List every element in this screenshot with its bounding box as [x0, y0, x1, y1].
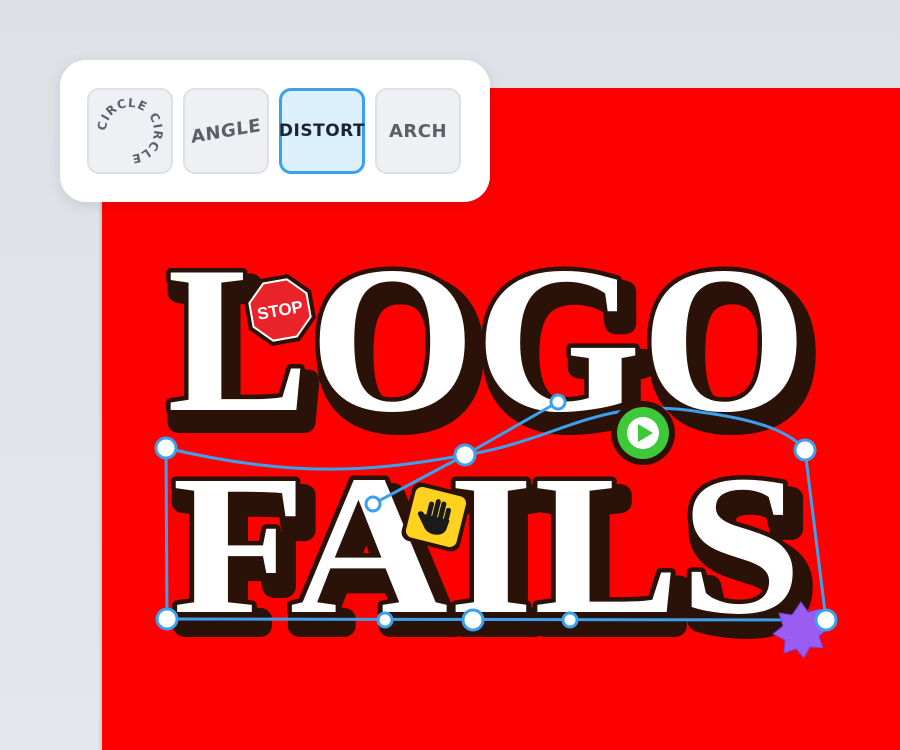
circle-style-label: CIRCLE CIRCLE: [95, 96, 164, 166]
envelope-bottom-edge: [166, 617, 827, 622]
angle-text-icon: ANGLE: [190, 114, 262, 148]
corner-handle-bottom-left[interactable]: [155, 607, 179, 631]
style-button-distort[interactable]: DISTORT: [279, 88, 365, 174]
control-point-bottom-right[interactable]: [561, 611, 579, 629]
arch-text-icon: ARCH: [388, 120, 448, 142]
control-point-left[interactable]: [364, 495, 382, 513]
corner-handle-bottom-right[interactable]: [814, 608, 838, 632]
control-point-bottom-left[interactable]: [376, 611, 394, 629]
style-button-circle[interactable]: CIRCLE CIRCLE: [87, 88, 173, 174]
corner-handle-top-right[interactable]: [793, 438, 817, 462]
corner-handle-top-left[interactable]: [154, 436, 178, 460]
style-button-angle[interactable]: ANGLE: [183, 88, 269, 174]
distort-text-icon: DISTORT: [278, 121, 366, 141]
fails-word[interactable]: FAILS: [168, 431, 807, 661]
svg-text:CIRCLE CIRCLE: CIRCLE CIRCLE: [95, 96, 165, 166]
envelope-left-edge: [164, 447, 169, 620]
circle-text-icon: CIRCLE CIRCLE: [95, 96, 165, 166]
logo-word[interactable]: LOGO: [163, 220, 812, 461]
control-point-right[interactable]: [549, 393, 567, 411]
play-sticker[interactable]: [611, 401, 675, 465]
anchor-handle-top-mid[interactable]: [453, 443, 477, 467]
style-button-arch[interactable]: ARCH: [375, 88, 461, 174]
anchor-handle-bottom-mid[interactable]: [461, 608, 485, 632]
text-style-panel: CIRCLE CIRCLE ANGLE DISTORT ARCH: [60, 60, 490, 202]
